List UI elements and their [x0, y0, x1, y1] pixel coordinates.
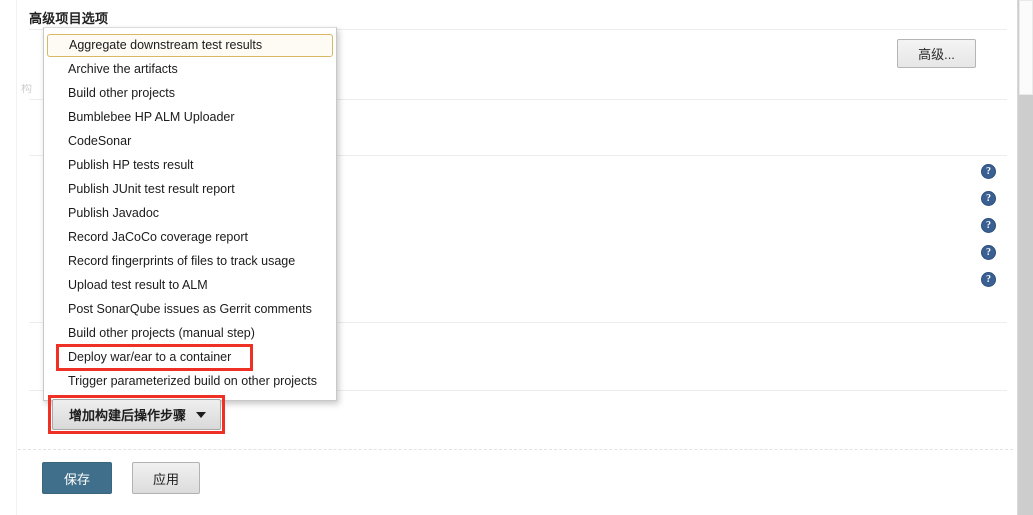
advanced-button[interactable]: 高级...: [897, 39, 976, 68]
menu-item[interactable]: Record JaCoCo coverage report: [44, 225, 336, 249]
help-icon[interactable]: ?: [981, 245, 996, 260]
help-icon[interactable]: ?: [981, 191, 996, 206]
add-post-build-step-button[interactable]: 增加构建后操作步骤: [52, 399, 221, 430]
config-form-content: 高级项目选项 构 高级... ? ? ? ? ? Aggregate downs…: [18, 0, 1013, 515]
menu-item[interactable]: Record fingerprints of files to track us…: [44, 249, 336, 273]
menu-item[interactable]: CodeSonar: [44, 129, 336, 153]
scrollbar-thumb[interactable]: [1019, 0, 1033, 95]
menu-item[interactable]: Trigger parameterized build on other pro…: [44, 369, 336, 393]
save-button[interactable]: 保存: [42, 462, 112, 494]
add-post-build-step-label: 增加构建后操作步骤: [68, 408, 186, 423]
page-title: 高级项目选项: [29, 11, 109, 26]
menu-item[interactable]: Archive the artifacts: [44, 57, 336, 81]
menu-item[interactable]: Build other projects: [44, 81, 336, 105]
apply-button[interactable]: 应用: [132, 462, 200, 494]
menu-item[interactable]: Build other projects (manual step): [44, 321, 336, 345]
clipped-field-label: 构: [21, 84, 32, 95]
menu-item[interactable]: Publish HP tests result: [44, 153, 336, 177]
menu-item[interactable]: Publish JUnit test result report: [44, 177, 336, 201]
chevron-down-icon: [196, 411, 206, 418]
menu-item[interactable]: Publish Javadoc: [44, 201, 336, 225]
page-root: 高级项目选项 构 高级... ? ? ? ? ? Aggregate downs…: [0, 0, 1033, 515]
post-build-action-dropdown-menu[interactable]: Aggregate downstream test results Archive…: [43, 27, 337, 401]
menu-item[interactable]: Post SonarQube issues as Gerrit comments: [44, 297, 336, 321]
menu-item[interactable]: Deploy war/ear to a container: [44, 345, 336, 369]
menu-item[interactable]: Bumblebee HP ALM Uploader: [44, 105, 336, 129]
footer-divider: [18, 449, 1013, 450]
left-gutter: [0, 0, 17, 515]
menu-item[interactable]: Aggregate downstream test results: [47, 34, 333, 57]
menu-item[interactable]: Upload test result to ALM: [44, 273, 336, 297]
help-icon[interactable]: ?: [981, 272, 996, 287]
vertical-scrollbar[interactable]: [1017, 0, 1033, 515]
help-icon[interactable]: ?: [981, 164, 996, 179]
help-icon[interactable]: ?: [981, 218, 996, 233]
